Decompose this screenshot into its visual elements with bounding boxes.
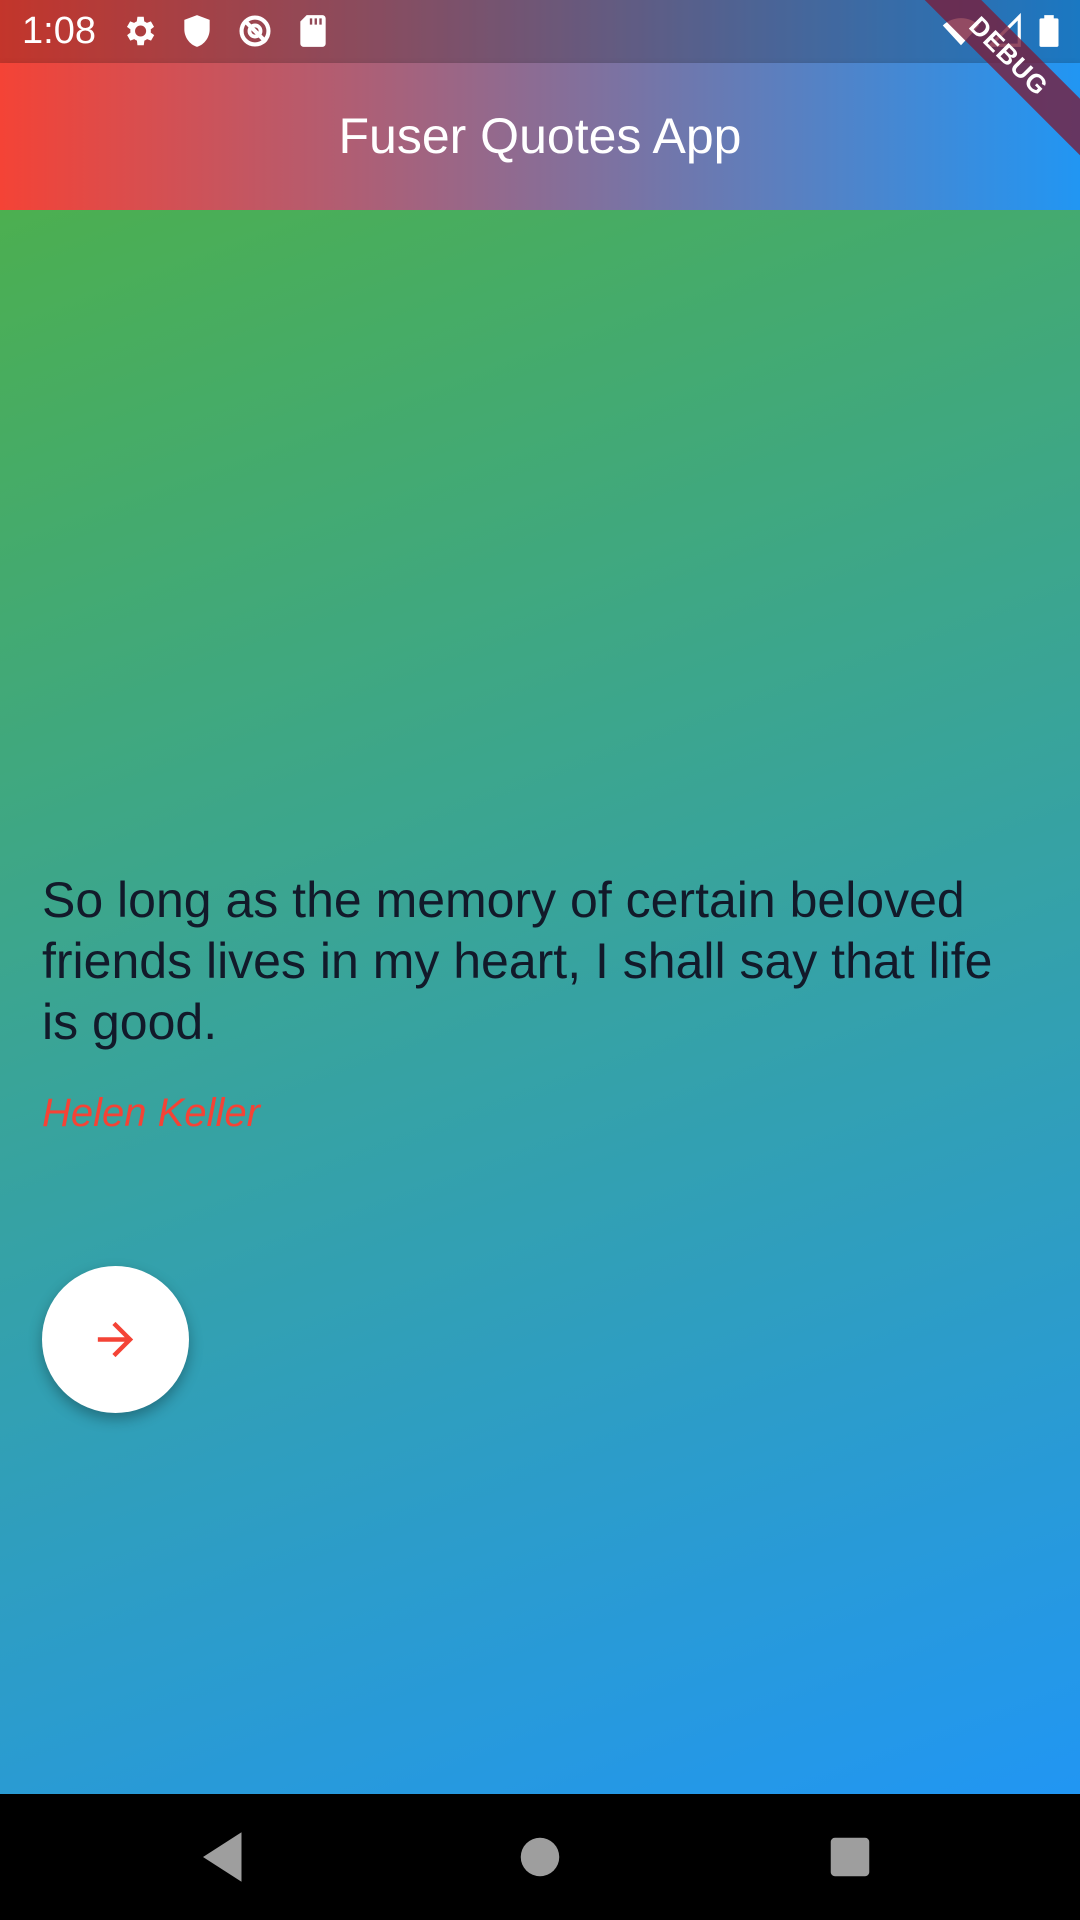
quote-author: Helen Keller — [42, 1091, 260, 1135]
home-icon[interactable] — [507, 1824, 573, 1890]
phone-screen: 1:08 DEBUG Fuser Quotes App So long as t… — [0, 0, 1080, 1920]
arrow-forward-icon — [97, 1321, 134, 1358]
back-icon[interactable] — [192, 1824, 258, 1890]
quote-screen: So long as the memory of certain beloved… — [0, 210, 1080, 1794]
navigation-bar — [0, 1794, 1080, 1920]
no-sync-icon — [239, 15, 271, 47]
shield-icon — [184, 15, 210, 47]
quote-text: So long as the memory of certain beloved… — [42, 872, 993, 1050]
battery-icon — [1039, 15, 1059, 47]
recents-icon[interactable] — [817, 1824, 883, 1890]
status-bar: 1:08 — [0, 0, 1080, 63]
app-title: Fuser Quotes App — [338, 108, 742, 164]
app-bar: Fuser Quotes App — [0, 63, 1080, 210]
sd-card-icon — [300, 15, 326, 47]
status-time: 1:08 — [22, 10, 96, 52]
next-quote-button[interactable] — [42, 1266, 189, 1413]
gear-icon — [126, 16, 155, 46]
